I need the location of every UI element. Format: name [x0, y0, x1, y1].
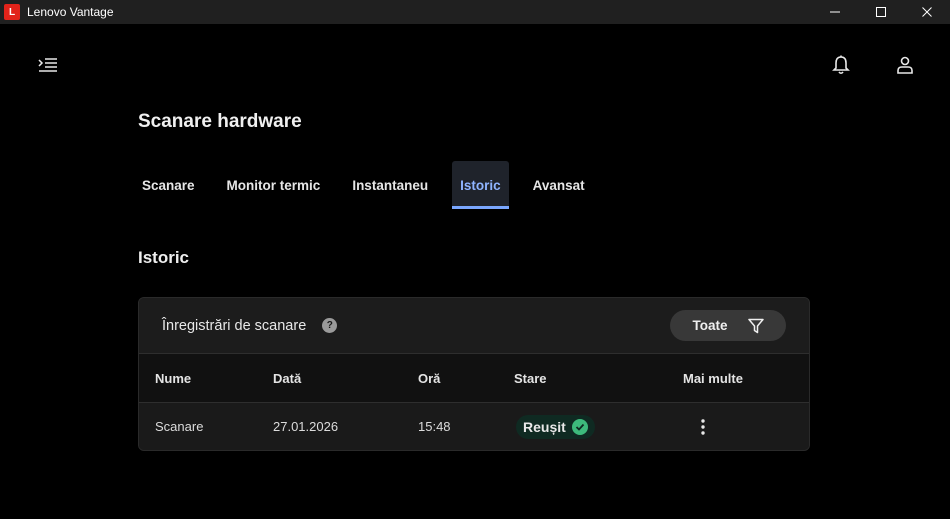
table-row: Scanare 27.01.2026 15:48 Reușit [139, 403, 809, 450]
table-header: Nume Dată Oră Stare Mai multe [139, 354, 809, 403]
row-date: 27.01.2026 [273, 419, 339, 434]
maximize-icon [876, 7, 886, 17]
card-title: Înregistrări de scanare [162, 317, 307, 334]
section-title: Istoric [138, 248, 190, 267]
tab-istoric[interactable]: Istoric [452, 161, 509, 209]
bell-icon [832, 55, 850, 75]
status-text: Reușit [523, 418, 566, 435]
check-circle-icon [571, 418, 588, 435]
minimize-icon [830, 11, 840, 13]
window-controls [812, 0, 950, 24]
filter-button[interactable]: Toate [670, 310, 786, 341]
filter-icon [747, 318, 764, 333]
card-header: Înregistrări de scanare ? Toate [139, 298, 809, 354]
column-header-status[interactable]: Stare [514, 371, 547, 386]
column-header-date[interactable]: Dată [273, 371, 301, 386]
column-header-time[interactable]: Oră [418, 371, 440, 386]
lenovo-logo-icon: L [4, 4, 20, 20]
question-circle-icon[interactable]: ? [322, 318, 338, 333]
column-header-name[interactable]: Nume [155, 371, 191, 386]
tab-monitor-termic[interactable]: Monitor termic [219, 161, 329, 209]
scan-records-card: Înregistrări de scanare ? Toate Nume Dat… [138, 297, 810, 451]
account-button[interactable] [893, 53, 917, 77]
window-title: Lenovo Vantage [27, 5, 114, 19]
tab-scanare[interactable]: Scanare [134, 161, 203, 209]
minimize-button[interactable] [812, 0, 858, 24]
row-time: 15:48 [418, 419, 451, 434]
close-icon [922, 7, 932, 17]
column-header-more: Mai multe [683, 370, 743, 386]
user-icon [897, 56, 913, 74]
filter-label: Toate [692, 318, 728, 333]
tab-instantaneu[interactable]: Instantaneu [344, 161, 436, 209]
close-button[interactable] [904, 0, 950, 24]
menu-toggle-button[interactable] [36, 55, 60, 75]
status-badge: Reușit [516, 414, 595, 439]
tab-avansat[interactable]: Avansat [525, 161, 593, 209]
row-name: Scanare [155, 419, 204, 434]
tab-bar: Scanare Monitor termic Instantaneu Istor… [134, 161, 609, 209]
maximize-button[interactable] [858, 0, 904, 24]
page-title: Scanare hardware [138, 111, 302, 132]
notifications-button[interactable] [829, 53, 853, 77]
window-titlebar: L Lenovo Vantage [0, 0, 950, 24]
menu-expand-icon [38, 58, 57, 72]
status-pill: Reușit [516, 414, 595, 439]
row-more-button[interactable] [693, 415, 713, 439]
more-vertical-icon [693, 415, 713, 439]
